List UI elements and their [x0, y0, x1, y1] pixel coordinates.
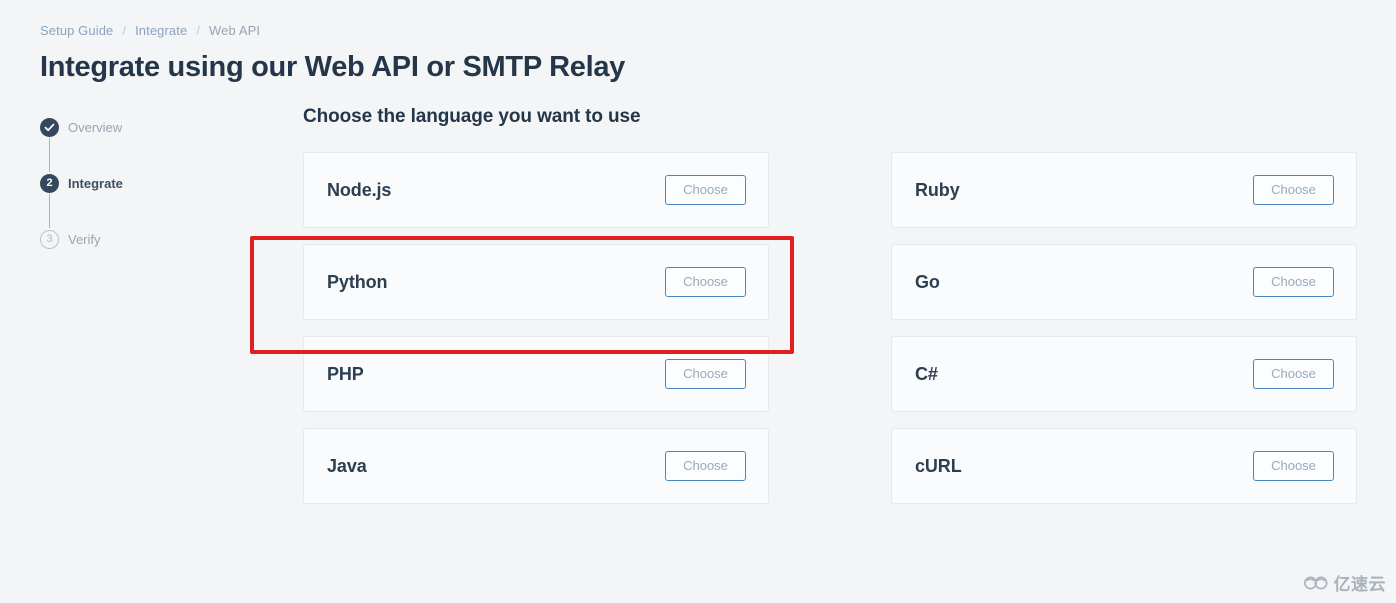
language-name: Java — [327, 455, 367, 476]
language-card-curl[interactable]: cURL Choose — [891, 428, 1357, 504]
choose-button-csharp[interactable]: Choose — [1253, 359, 1334, 389]
breadcrumb-item-web-api: Web API — [209, 23, 261, 38]
setup-stepper: Overview 2 Integrate 3 Verify — [40, 113, 303, 504]
page-title: Integrate using our Web API or SMTP Rela… — [40, 51, 625, 83]
stepper-connector — [49, 138, 51, 172]
page-header: Setup Guide / Integrate / Web API Integr… — [0, 0, 1396, 85]
breadcrumb-separator: / — [122, 23, 127, 38]
choose-button-go[interactable]: Choose — [1253, 267, 1334, 297]
language-name: Python — [327, 271, 388, 292]
language-card-python[interactable]: Python Choose — [303, 244, 769, 320]
language-name: C# — [915, 363, 938, 384]
choose-button-php[interactable]: Choose — [665, 359, 746, 389]
check-icon — [40, 117, 59, 137]
choose-button-curl[interactable]: Choose — [1253, 451, 1334, 481]
language-card-ruby[interactable]: Ruby Choose — [891, 152, 1357, 228]
breadcrumb: Setup Guide / Integrate / Web API — [40, 22, 1396, 40]
language-name: Node.js — [327, 179, 392, 200]
watermark-text: 亿速云 — [1333, 575, 1386, 594]
language-name: Ruby — [915, 179, 960, 200]
breadcrumb-item-setup-guide[interactable]: Setup Guide — [40, 22, 113, 40]
main-panel: Choose the language you want to use Node… — [303, 106, 1396, 504]
step-number-badge: 3 — [40, 229, 59, 249]
stepper-label-verify: Verify — [68, 231, 101, 247]
stepper-item-overview[interactable]: Overview — [40, 116, 303, 138]
step-number-badge: 2 — [40, 173, 59, 193]
language-grid: Node.js Choose Python Choose PHP Choose … — [303, 152, 1357, 504]
breadcrumb-separator: / — [196, 23, 201, 38]
choose-button-python[interactable]: Choose — [665, 267, 746, 297]
language-name: cURL — [915, 455, 962, 476]
language-name: PHP — [327, 363, 364, 384]
page-content: Overview 2 Integrate 3 Verify Choose the… — [0, 85, 1396, 504]
stepper-label-overview: Overview — [68, 119, 123, 135]
language-card-nodejs[interactable]: Node.js Choose — [303, 152, 769, 228]
language-column-right: Ruby Choose Go Choose C# Choose cURL Cho… — [891, 152, 1357, 504]
cloud-logo-icon — [1303, 576, 1327, 589]
language-card-csharp[interactable]: C# Choose — [891, 336, 1357, 412]
stepper-item-verify[interactable]: 3 Verify — [40, 228, 303, 250]
choose-button-java[interactable]: Choose — [665, 451, 746, 481]
language-card-php[interactable]: PHP Choose — [303, 336, 769, 412]
language-card-go[interactable]: Go Choose — [891, 244, 1357, 320]
stepper-connector — [49, 194, 51, 228]
stepper-item-integrate[interactable]: 2 Integrate — [40, 172, 303, 194]
choose-button-ruby[interactable]: Choose — [1253, 175, 1334, 205]
language-card-java[interactable]: Java Choose — [303, 428, 769, 504]
stepper-label-integrate: Integrate — [68, 175, 123, 191]
watermark: 亿速云 — [1303, 570, 1387, 595]
section-title: Choose the language you want to use — [303, 106, 641, 127]
choose-button-nodejs[interactable]: Choose — [665, 175, 746, 205]
language-name: Go — [915, 271, 940, 292]
breadcrumb-item-integrate[interactable]: Integrate — [135, 22, 187, 40]
language-column-left: Node.js Choose Python Choose PHP Choose … — [303, 152, 769, 504]
